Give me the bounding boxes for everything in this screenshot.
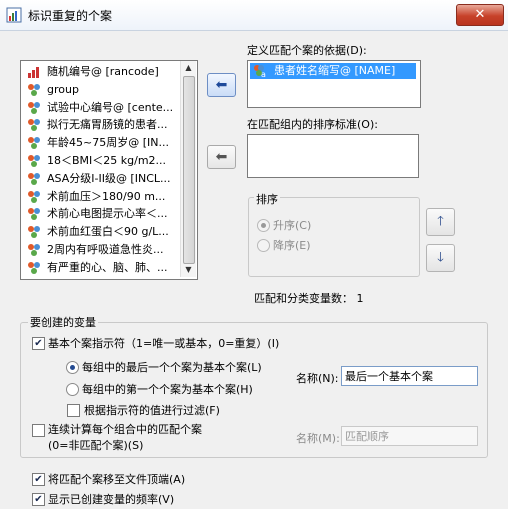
nominal-icon [28, 137, 40, 150]
count-seq-label: 连续计算每个组合中的匹配个案 [48, 423, 202, 436]
variable-list-item[interactable]: 拟行无痛胃肠镜的患者... [25, 116, 175, 134]
descending-label: 降序(E) [273, 239, 311, 252]
name-label-seq: 名称(M): [296, 432, 340, 445]
variable-label: 2周内有呼吸道急性炎... [47, 243, 164, 256]
variable-list-item[interactable]: 2周内有呼吸道急性炎... [25, 241, 175, 259]
check-icon: ✔ [34, 494, 43, 505]
move-top-label: 将匹配个案移至文件顶端(A) [48, 473, 186, 486]
variable-label: group [47, 82, 79, 96]
descending-radio[interactable] [257, 239, 270, 252]
nominal-icon [28, 261, 40, 274]
check-icon: ✔ [34, 338, 43, 349]
variable-label: 有严重的心、脑、肺、... [47, 260, 168, 274]
primary-name-input[interactable]: 最后一个基本个案 [341, 366, 478, 386]
variable-list-scrollbar[interactable]: ▲ ▼ [180, 61, 196, 277]
scroll-down-arrow-icon[interactable]: ▼ [183, 264, 194, 275]
ascending-label: 升序(C) [273, 219, 312, 232]
scroll-thumb[interactable] [183, 76, 195, 264]
first-case-radio[interactable] [66, 383, 79, 396]
scroll-up-arrow-icon[interactable]: ▲ [183, 62, 194, 73]
variable-list-item[interactable]: 年龄45~75周岁@ [IN... [25, 134, 175, 152]
sort-order-group: 升序(C) 降序(E) [248, 197, 420, 277]
variable-list-item[interactable]: 术前血压＞180/90 m... [25, 188, 175, 206]
nominal-icon [28, 119, 40, 132]
match-label: 定义匹配个案的依据(D): [247, 44, 367, 57]
check-icon: ✔ [34, 474, 43, 485]
variable-label: 18＜BMI＜25 kg/m2... [47, 154, 167, 167]
arrow-up-icon: 🡑 [437, 214, 444, 229]
sort-order-title: 排序 [254, 191, 280, 207]
variable-label: 拟行无痛胃肠镜的患者... [47, 118, 168, 132]
show-freq-label: 显示已创建变量的频率(V) [48, 493, 175, 506]
sort-label: 在匹配组内的排序标准(O): [247, 118, 378, 131]
nominal-icon [28, 226, 40, 239]
show-freq-checkbox[interactable]: ✔ [32, 493, 45, 506]
primary-indicator-label: 基本个案指示符（1=唯一或基本，0=重复）(I) [48, 337, 280, 350]
move-to-match-button[interactable]: ⬅ [207, 73, 236, 97]
primary-indicator-checkbox[interactable]: ✔ [32, 337, 45, 350]
variable-list-item[interactable]: 18＜BMI＜25 kg/m2... [25, 152, 175, 170]
scale-icon [28, 67, 39, 78]
variable-list-item[interactable]: group [25, 81, 175, 99]
move-top-checkbox[interactable]: ✔ [32, 473, 45, 486]
window-title: 标识重复的个案 [28, 9, 113, 23]
variable-list-item[interactable]: ASA分级I-II级@ [INCL... [25, 170, 175, 188]
app-icon [6, 7, 22, 23]
variable-label: 术前血红蛋白＜90 g/L... [47, 225, 169, 239]
move-to-sort-button[interactable]: ⬅ [207, 145, 236, 169]
sort-list[interactable] [247, 134, 419, 178]
filter-label: 根据指示符的值进行过滤(F) [84, 404, 220, 417]
close-button[interactable]: ✕ [456, 4, 504, 26]
count-seq-label-2: (0=非匹配个案)(S) [48, 439, 144, 452]
filter-checkbox[interactable] [67, 404, 80, 417]
last-case-radio[interactable] [66, 361, 79, 374]
seq-name-input[interactable]: 匹配顺序 [341, 426, 478, 446]
move-up-button[interactable]: 🡑 [426, 208, 455, 236]
match-item-label: 患者姓名缩写@ [NAME] [274, 64, 396, 77]
match-list-item[interactable]: a 患者姓名缩写@ [NAME] [250, 63, 416, 79]
count-seq-checkbox[interactable] [32, 424, 45, 437]
string-variable-icon: a [254, 65, 266, 78]
variable-list-item[interactable]: 术前血红蛋白＜90 g/L... [25, 223, 175, 241]
nominal-icon [28, 190, 40, 203]
variable-list-item[interactable]: 有严重的心、脑、肺、... [25, 259, 175, 277]
arrow-left-icon: ⬅ [215, 149, 228, 165]
variable-label: 试验中心编号@ [cente... [47, 100, 174, 114]
variable-list-item[interactable]: 术前心电图提示心率＜... [25, 205, 175, 223]
nominal-icon [28, 155, 40, 167]
svg-text:a: a [261, 70, 266, 78]
variable-count-text: 匹配和分类变量数： 1 [254, 292, 364, 305]
variable-list-item[interactable]: 试验中心编号@ [cente... [25, 99, 175, 117]
match-list[interactable]: a 患者姓名缩写@ [NAME] [247, 60, 421, 108]
variable-label: 年龄45~75周岁@ [IN... [47, 136, 169, 150]
nominal-icon [28, 101, 40, 114]
variable-list-item[interactable]: 随机编号@ [rancode] [25, 63, 175, 81]
arrow-left-icon: ⬅ [215, 77, 228, 93]
nominal-icon [28, 208, 40, 221]
first-case-label: 每组中的第一个个案为基本个案(H) [82, 383, 253, 396]
variable-label: ASA分级I-II级@ [INCL... [47, 171, 171, 185]
arrow-down-icon: 🡓 [437, 250, 444, 265]
variable-list[interactable]: 随机编号@ [rancode] group 试验中心编号@ [cente... 拟行无… [20, 60, 198, 280]
variable-label: 术前血压＞180/90 m... [47, 189, 166, 203]
move-down-button[interactable]: 🡓 [426, 244, 455, 272]
variable-label: 随机编号@ [rancode] [47, 65, 159, 78]
variable-label: 术前心电图提示心率＜... [47, 207, 168, 221]
ascending-radio[interactable] [257, 219, 270, 232]
name-label-primary: 名称(N): [296, 372, 339, 385]
nominal-icon [28, 172, 40, 185]
nominal-icon [28, 244, 40, 256]
last-case-label: 每组中的最后一个个案为基本个案(L) [82, 361, 262, 374]
nominal-icon [28, 83, 40, 96]
create-vars-title: 要创建的变量 [28, 314, 98, 330]
